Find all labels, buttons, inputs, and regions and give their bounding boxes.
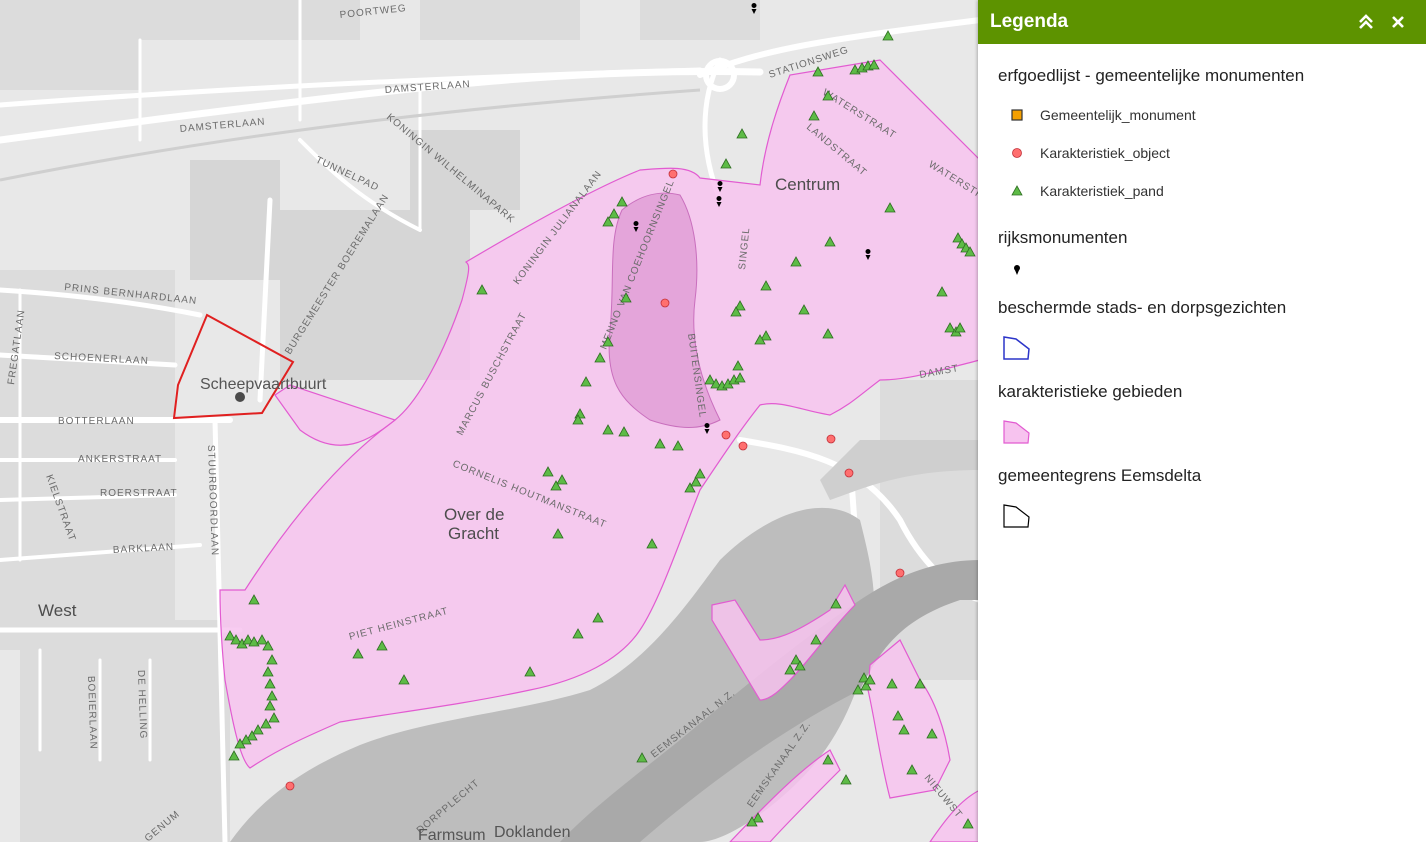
red-circle-icon: [721, 430, 731, 440]
legend-layer-title: erfgoedlijst - gemeentelijke monumenten: [998, 66, 1305, 85]
legend-item-gemeentelijk-monument: Gemeentelijk_monument: [998, 96, 1406, 134]
legend-item-karakteristiek-pand: Karakteristiek_pand: [998, 172, 1406, 210]
street-label-roerstraat: ROERSTRAAT: [100, 488, 178, 499]
orange-square-icon: [1011, 109, 1023, 121]
red-circle-icon: [285, 781, 295, 791]
close-button[interactable]: [1382, 6, 1414, 38]
red-circle-icon: [826, 434, 836, 444]
legend-item-karakteristiek-object: Karakteristiek_object: [998, 134, 1406, 172]
place-label-farmsum: Farmsum: [418, 827, 486, 842]
red-circle-icon: [895, 568, 905, 578]
legend-item-label: Karakteristiek_object: [1040, 145, 1170, 161]
pink-polygon-icon: [1003, 420, 1030, 444]
blue-polygon-icon: [1003, 336, 1030, 360]
legend-item-karakteristiek-gebied: [998, 412, 1406, 452]
red-circle-icon: [844, 468, 854, 478]
legend-panel: Legenda erfgoedlijst - gemeentelijke mon…: [978, 0, 1426, 842]
place-label-scheepvaartbuurt: Scheepvaartbuurt: [200, 376, 327, 393]
legend-item-label: Karakteristiek_pand: [1040, 183, 1164, 199]
legend-item-rijksmonument: [998, 258, 1406, 284]
red-circle-icon: [668, 169, 678, 179]
black-marker-icon: [1014, 265, 1020, 275]
legend-body: erfgoedlijst - gemeentelijke monumenten …: [978, 44, 1426, 536]
place-label-gracht: Gracht: [448, 524, 499, 543]
black-polygon-icon: [1003, 504, 1030, 528]
red-circle-icon: [660, 298, 670, 308]
red-circle-icon: [1012, 148, 1022, 158]
place-marker: [235, 392, 245, 402]
legend-layer-title: rijksmonumenten: [998, 228, 1128, 247]
green-triangle-icon: [1011, 185, 1023, 196]
legend-layer-title: gemeentegrens Eemsdelta: [998, 466, 1202, 485]
place-label-centrum: Centrum: [775, 175, 840, 194]
legend-layer-title: beschermde stads- en dorpsgezichten: [998, 298, 1287, 317]
street-label-ankerstraat: ANKERSTRAAT: [78, 454, 162, 465]
legend-item-gemeentegrens: [998, 496, 1406, 536]
place-label-doklanden: Doklanden: [494, 824, 571, 841]
legend-layer-title: karakteristieke gebieden: [998, 382, 1183, 401]
chevron-double-up-icon: [1359, 14, 1373, 29]
legend-item-beschermd-gezicht: [998, 328, 1406, 368]
legend-item-label: Gemeentelijk_monument: [1040, 107, 1196, 123]
place-label-west: West: [38, 601, 77, 620]
legend-header: Legenda: [978, 0, 1426, 44]
close-icon: [1392, 16, 1404, 28]
legend-title: Legenda: [990, 11, 1069, 32]
place-label-over-de: Over de: [444, 505, 504, 524]
collapse-button[interactable]: [1350, 6, 1382, 38]
red-circle-icon: [738, 441, 748, 451]
street-label-botterlaan: BOTTERLAAN: [58, 416, 135, 427]
